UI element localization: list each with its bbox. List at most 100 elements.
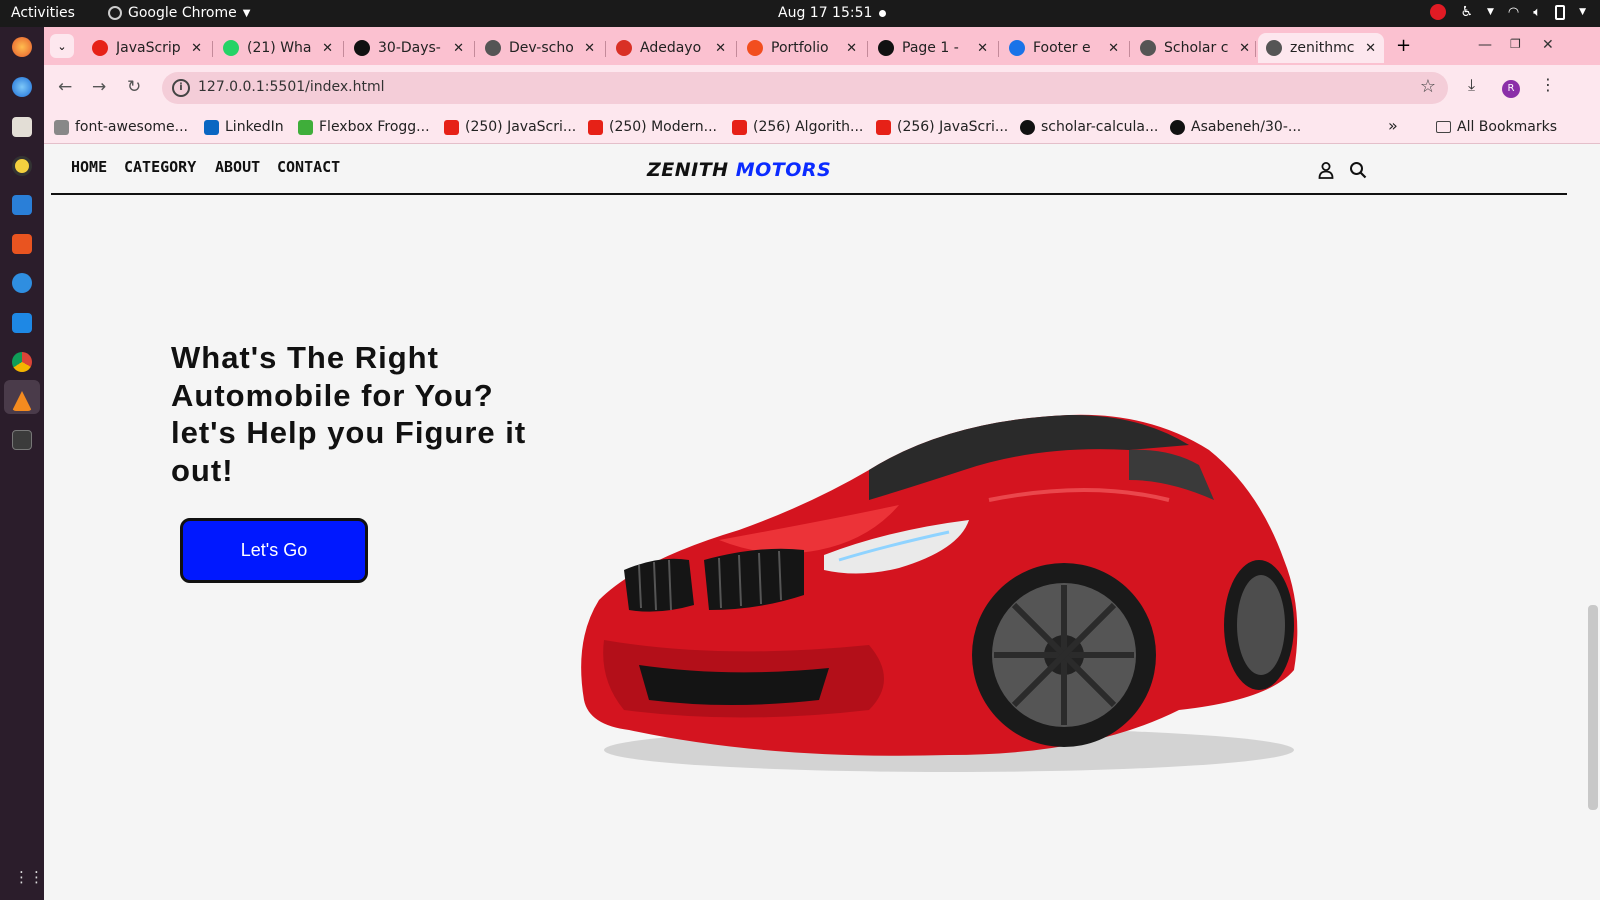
rhythmbox-icon[interactable] xyxy=(12,156,32,176)
bookmark-item[interactable]: (250) JavaScri... xyxy=(444,119,576,135)
lets-go-button[interactable]: Let's Go xyxy=(180,518,368,583)
bookmark-item[interactable]: scholar-calcula... xyxy=(1020,119,1158,135)
bookmark-label: (250) Modern... xyxy=(609,119,717,135)
close-tab-icon[interactable]: ✕ xyxy=(1365,41,1376,56)
browser-tab[interactable]: Portfolio ✕ xyxy=(739,33,865,63)
close-window-button[interactable]: ✕ xyxy=(1542,37,1554,53)
chrome-menu-icon[interactable]: ⋮ xyxy=(1540,75,1556,94)
software-icon[interactable] xyxy=(12,234,32,254)
profile-avatar[interactable]: R xyxy=(1502,80,1520,98)
files-icon[interactable] xyxy=(12,117,32,137)
bookmark-item[interactable]: (256) Algorith... xyxy=(732,119,863,135)
browser-tab[interactable]: Page 1 - ✕ xyxy=(870,33,996,63)
nav-category[interactable]: CATEGORY xyxy=(124,158,196,176)
bookmark-item[interactable]: font-awesome... xyxy=(54,119,188,135)
address-bar[interactable]: i 127.0.0.1:5501/index.html ☆ xyxy=(162,72,1448,104)
globe-icon xyxy=(485,40,501,56)
wifi-icon[interactable]: ◠ xyxy=(1508,5,1519,20)
youtube-icon xyxy=(92,40,108,56)
browser-tab[interactable]: Dev-scho ✕ xyxy=(477,33,603,63)
browser-tab[interactable]: zenithmc ✕ xyxy=(1258,33,1384,63)
browser-tab[interactable]: JavaScrip ✕ xyxy=(84,33,210,63)
do-not-disturb-icon[interactable] xyxy=(1430,4,1447,20)
close-tab-icon[interactable]: ✕ xyxy=(1239,41,1250,56)
tab-title: Scholar c xyxy=(1164,40,1229,56)
youtube-icon xyxy=(876,119,891,135)
play-icon xyxy=(878,40,894,56)
nav-contact[interactable]: CONTACT xyxy=(277,158,340,176)
youtube-icon xyxy=(732,119,747,135)
bookmark-label: LinkedIn xyxy=(225,119,284,135)
back-button[interactable]: ← xyxy=(58,77,72,97)
close-tab-icon[interactable]: ✕ xyxy=(846,41,857,56)
tab-title: 30-Days- xyxy=(378,40,441,56)
close-tab-icon[interactable]: ✕ xyxy=(715,41,726,56)
browser-tab[interactable]: (21) Wha ✕ xyxy=(215,33,341,63)
tab-search-button[interactable]: ⌄ xyxy=(50,34,74,58)
tab-title: Dev-scho xyxy=(509,40,574,56)
bookmark-star-icon[interactable]: ☆ xyxy=(1420,76,1436,97)
tab-separator xyxy=(605,41,606,57)
tab-title: Portfolio xyxy=(771,40,829,56)
bookmark-label: (250) JavaScri... xyxy=(465,119,577,135)
site-info-icon[interactable]: i xyxy=(172,79,190,97)
terminal-icon[interactable] xyxy=(12,430,32,450)
bookmark-item[interactable]: LinkedIn xyxy=(204,119,284,135)
help-icon[interactable] xyxy=(12,273,32,293)
forward-button[interactable]: → xyxy=(92,77,106,97)
caret-down-icon: ▼ xyxy=(242,7,251,19)
tab-separator xyxy=(343,41,344,57)
page-scrollbar[interactable] xyxy=(1588,605,1598,810)
battery-icon[interactable] xyxy=(1555,4,1566,20)
bookmark-item[interactable]: Asabeneh/30-... xyxy=(1170,119,1301,135)
activities-button[interactable]: Activities xyxy=(11,5,75,21)
close-tab-icon[interactable]: ✕ xyxy=(322,41,333,56)
close-tab-icon[interactable]: ✕ xyxy=(584,41,595,56)
search-icon[interactable] xyxy=(1349,161,1367,179)
reload-button[interactable]: ↻ xyxy=(127,77,141,97)
all-bookmarks-button[interactable]: All Bookmarks xyxy=(1436,119,1557,135)
site-logo[interactable]: ZENITH MOTORS xyxy=(647,159,831,181)
folder-icon xyxy=(1436,121,1451,133)
browser-tab[interactable]: 30-Days- ✕ xyxy=(346,33,472,63)
linkedin-icon xyxy=(204,119,219,135)
close-tab-icon[interactable]: ✕ xyxy=(1108,41,1119,56)
tab-separator xyxy=(998,41,999,57)
nav-about[interactable]: ABOUT xyxy=(215,158,260,176)
browser-tab[interactable]: Footer e ✕ xyxy=(1001,33,1127,63)
writer-icon[interactable] xyxy=(12,195,32,215)
restore-button[interactable]: ❐ xyxy=(1510,37,1521,51)
bookmarks-overflow-button[interactable]: » xyxy=(1388,116,1398,135)
github-icon xyxy=(354,40,370,56)
url-text[interactable]: 127.0.0.1:5501/index.html xyxy=(198,79,385,95)
nav-home[interactable]: HOME xyxy=(71,158,107,176)
thunderbird-icon[interactable] xyxy=(12,77,32,97)
bookmark-label: (256) Algorith... xyxy=(753,119,864,135)
all-bookmarks-label: All Bookmarks xyxy=(1457,119,1558,135)
browser-tab[interactable]: Scholar c ✕ xyxy=(1132,33,1258,63)
tab-title: Page 1 - xyxy=(902,40,959,56)
browser-tab[interactable]: Adedayo ✕ xyxy=(608,33,734,63)
bookmark-item[interactable]: (250) Modern... xyxy=(588,119,717,135)
system-tray[interactable]: ♿ ▼ ◠ 🔈︎ ▼ xyxy=(1430,4,1586,20)
new-tab-button[interactable]: + xyxy=(1396,35,1411,56)
close-tab-icon[interactable]: ✕ xyxy=(191,41,202,56)
accessibility-icon[interactable]: ♿ xyxy=(1460,4,1473,20)
volume-icon[interactable]: 🔈︎ xyxy=(1533,5,1541,20)
bookmark-item[interactable]: Flexbox Frogg... xyxy=(298,119,430,135)
firefox-icon[interactable] xyxy=(12,37,32,57)
chrome-icon[interactable] xyxy=(12,352,32,372)
vercel-icon xyxy=(1020,119,1035,135)
minimize-button[interactable]: — xyxy=(1478,37,1492,53)
close-tab-icon[interactable]: ✕ xyxy=(977,41,988,56)
browser-window: ⌄ JavaScrip ✕ (21) Wha ✕ 30-Days- ✕ Dev-scho ✕ A… xyxy=(44,27,1600,900)
caret-down-icon: ▼ xyxy=(1579,7,1586,17)
app-menu[interactable]: Google Chrome ▼ xyxy=(108,5,250,21)
vscode-icon[interactable] xyxy=(12,313,32,333)
user-icon[interactable] xyxy=(1317,161,1335,179)
bookmark-item[interactable]: (256) JavaScri... xyxy=(876,119,1008,135)
clock[interactable]: Aug 17 15:51 xyxy=(778,5,872,21)
close-tab-icon[interactable]: ✕ xyxy=(453,41,464,56)
download-icon[interactable]: ⤓ xyxy=(1468,75,1475,95)
logo-part-1: ZENITH xyxy=(647,159,729,181)
